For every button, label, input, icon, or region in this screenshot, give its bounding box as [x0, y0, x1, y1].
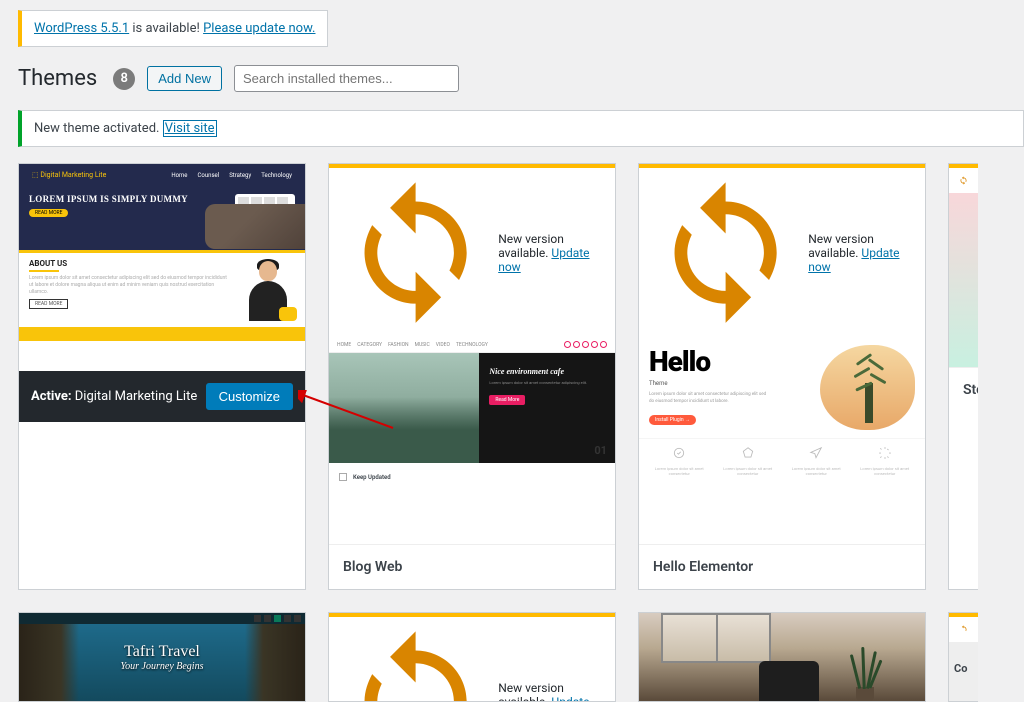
themes-grid-row2: Tafri TravelYour Journey Begins New vers… [18, 612, 1006, 702]
refresh-icon [649, 176, 802, 329]
theme-name: Sto [949, 367, 978, 412]
customize-button[interactable]: Customize [206, 383, 293, 410]
theme-card[interactable]: New version available. Update now Welcom… [328, 612, 616, 702]
theme-card[interactable] [638, 612, 926, 702]
theme-update-notice: New version available. Update now [329, 164, 615, 337]
theme-screenshot [949, 193, 978, 367]
wp-update-notice: WordPress 5.5.1 is available! Please upd… [18, 10, 328, 47]
theme-screenshot: Hello Theme Lorem ipsum dolor sit amet c… [639, 337, 925, 544]
theme-screenshot: ⬚ Digital Marketing Lite Home Counsel St… [19, 164, 305, 371]
wp-version-link[interactable]: WordPress 5.5.1 [34, 21, 129, 36]
refresh-icon [959, 176, 968, 185]
theme-card[interactable]: Tafri TravelYour Journey Begins [18, 612, 306, 702]
add-new-button[interactable]: Add New [147, 66, 222, 91]
theme-update-notice: New version available. Update now [329, 613, 615, 702]
theme-name: Hello Elementor [639, 544, 925, 589]
theme-screenshot [639, 613, 925, 701]
page-header: Themes 8 Add New [18, 65, 1006, 92]
refresh-icon [339, 176, 492, 329]
theme-update-notice [949, 613, 978, 642]
theme-card[interactable]: Co [948, 612, 978, 702]
search-themes-input[interactable] [234, 65, 459, 92]
themes-grid: ⬚ Digital Marketing Lite Home Counsel St… [18, 163, 1006, 590]
theme-card[interactable]: New version available. Update now Hello … [638, 163, 926, 590]
page-title: Themes [18, 66, 97, 91]
theme-count-badge: 8 [113, 68, 135, 90]
refresh-icon [959, 625, 968, 634]
theme-activated-notice: New theme activated. Visit site [18, 110, 1024, 147]
theme-card[interactable]: Sto [948, 163, 978, 590]
theme-screenshot: Tafri TravelYour Journey Begins [19, 613, 305, 701]
theme-name: Blog Web [329, 544, 615, 589]
refresh-icon [339, 625, 492, 702]
active-theme-bar: Active: Digital Marketing Lite Customize [19, 371, 305, 422]
theme-card-active[interactable]: ⬚ Digital Marketing Lite Home Counsel St… [18, 163, 306, 590]
theme-update-notice: New version available. Update now [639, 164, 925, 337]
theme-update-notice [949, 164, 978, 193]
theme-card[interactable]: New version available. Update now HOMECA… [328, 163, 616, 590]
update-now-link[interactable]: Please update now. [203, 21, 315, 36]
theme-screenshot: Co [949, 642, 978, 702]
theme-screenshot: HOMECATEGORYFASHIONMUSICVIDEOTECHNOLOGY … [329, 337, 615, 544]
visit-site-link[interactable]: Visit site [163, 120, 217, 137]
